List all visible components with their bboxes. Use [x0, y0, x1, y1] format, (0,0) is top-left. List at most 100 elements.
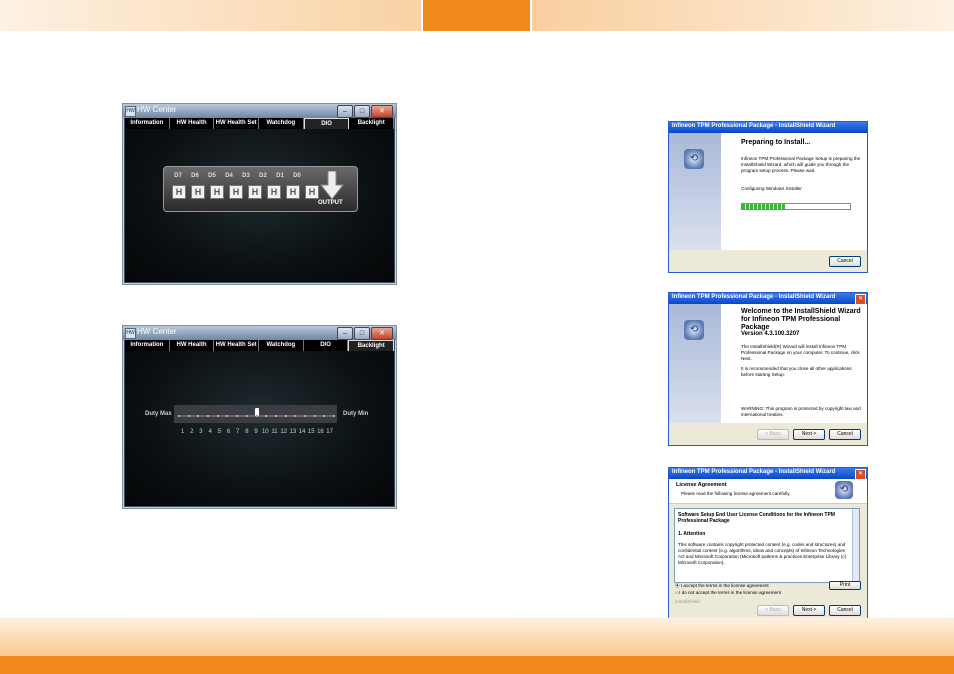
dio-label: D0 — [293, 173, 301, 179]
license-body: This software contains copyright protect… — [678, 542, 847, 565]
tick-label: 5 — [217, 429, 222, 435]
tab-hw-health-set[interactable]: HW Health Set — [214, 340, 260, 351]
installshield-logo-icon: ⟲ — [684, 320, 704, 340]
tab-backlight[interactable]: Backlight — [348, 340, 395, 351]
dio-label: D2 — [259, 173, 267, 179]
tab-information[interactable]: Information — [125, 118, 170, 129]
duty-max-label: Duty Max — [145, 411, 172, 417]
dio-label: D7 — [174, 173, 182, 179]
slider-tick-labels: 1 2 3 4 5 6 7 8 9 10 11 12 13 14 15 16 1… — [178, 429, 334, 435]
tab-hw-health-set[interactable]: HW Health Set — [214, 118, 260, 129]
tick-label: 1 — [180, 429, 185, 435]
window-title: HW Center — [137, 327, 177, 336]
slider-tick-mark — [236, 415, 239, 417]
installshield-logo-icon: ⟲ — [835, 481, 853, 499]
step-subheading: Please read the following license agreem… — [681, 491, 791, 496]
window-title: Infineon TPM Professional Package - Inst… — [672, 294, 836, 300]
next-button[interactable]: Next > — [793, 429, 825, 440]
tick-label: 15 — [307, 429, 315, 435]
tab-hw-health[interactable]: HW Health — [170, 118, 215, 129]
tab-backlight[interactable]: Backlight — [349, 118, 395, 129]
tick-label: 16 — [317, 429, 324, 435]
decline-radio[interactable]: ○ I do not accept the terms in the licen… — [675, 590, 781, 596]
backlight-slider[interactable] — [174, 405, 337, 423]
dio-state-button[interactable]: H — [172, 185, 186, 199]
dio-state-button[interactable]: H — [210, 185, 224, 199]
accept-radio[interactable]: ⦿ I accept the terms in the license agre… — [675, 583, 769, 589]
minimize-icon[interactable]: – — [337, 327, 353, 340]
license-scrollbar[interactable] — [852, 509, 859, 582]
tab-dio[interactable]: DIO — [303, 118, 350, 129]
print-button[interactable]: Print — [829, 581, 861, 590]
output-label: OUTPUT — [318, 200, 343, 206]
next-button[interactable]: Next > — [793, 605, 825, 616]
dio-state-button[interactable]: H — [229, 185, 243, 199]
tick-label: 12 — [280, 429, 287, 435]
license-header: License Agreement Please read the follow… — [669, 479, 867, 504]
tick-label: 17 — [326, 429, 333, 435]
title-bar[interactable]: HW HW Center – □ ✕ — [123, 326, 396, 340]
tab-bar: Information HW Health HW Health Set Watc… — [125, 118, 395, 129]
tick-label: 14 — [298, 429, 306, 435]
slider-tick-mark — [323, 415, 326, 417]
cancel-button[interactable]: Cancel — [829, 605, 861, 616]
slider-tick-mark — [313, 415, 316, 417]
dio-state-button[interactable]: H — [305, 185, 319, 199]
maximize-icon[interactable]: □ — [354, 105, 370, 118]
title-bar[interactable]: Infineon TPM Professional Package - Inst… — [669, 122, 867, 133]
dio-state-button[interactable]: H — [286, 185, 300, 199]
tick-label: 8 — [245, 429, 249, 435]
back-button[interactable]: < Back — [757, 605, 789, 616]
tick-label: 3 — [199, 429, 203, 435]
dio-state-button[interactable]: H — [267, 185, 281, 199]
close-icon[interactable]: ✕ — [371, 327, 393, 340]
duty-min-label: Duty Min — [343, 411, 369, 417]
tab-hw-health[interactable]: HW Health — [170, 340, 215, 351]
slider-tick-mark — [226, 415, 229, 417]
installer-welcome-window: Infineon TPM Professional Package - Inst… — [668, 292, 868, 446]
minimize-icon[interactable]: – — [337, 105, 353, 118]
dio-label: D3 — [242, 173, 250, 179]
title-bar[interactable]: Infineon TPM Professional Package - Inst… — [669, 293, 867, 305]
cancel-button[interactable]: Cancel — [829, 256, 861, 267]
title-bar[interactable]: Infineon TPM Professional Package - Inst… — [669, 468, 867, 480]
slider-tick-mark — [216, 415, 219, 417]
tab-information[interactable]: Information — [125, 340, 170, 351]
dio-state-button[interactable]: H — [248, 185, 262, 199]
window-title: Infineon TPM Professional Package - Inst… — [672, 123, 836, 129]
output-arrow-icon[interactable] — [320, 171, 344, 201]
cancel-button[interactable]: Cancel — [829, 429, 861, 440]
step-heading: License Agreement — [676, 482, 727, 488]
step-heading: Preparing to Install... — [741, 139, 811, 146]
tick-label: 10 — [261, 429, 269, 435]
status-text: Configuring Windows Installer — [741, 186, 802, 191]
maximize-icon[interactable]: □ — [354, 327, 370, 340]
tab-watchdog[interactable]: Watchdog — [259, 118, 304, 129]
slider-tick-mark — [284, 415, 287, 417]
dio-label: D1 — [276, 173, 284, 179]
install-progress-bar — [741, 203, 851, 210]
backlight-panel-area: Duty Max Duty Min 1 2 3 4 5 6 7 8 9 10 1… — [125, 351, 394, 506]
dio-state-button[interactable]: H — [191, 185, 205, 199]
header-bar-left — [0, 0, 421, 31]
slider-tick-mark — [178, 415, 180, 417]
tab-watchdog[interactable]: Watchdog — [259, 340, 304, 351]
tick-label: 4 — [208, 429, 212, 435]
accept-label: I accept the terms in the license agreem… — [680, 583, 769, 588]
welcome-text: The InstallShield(R) Wizard will install… — [741, 344, 860, 361]
step-heading: Welcome to the InstallShield Wizard for … — [741, 308, 861, 331]
app-icon: HW — [125, 106, 136, 117]
wizard-content: Preparing to Install... Infineon TPM Pro… — [721, 133, 867, 250]
license-text-box[interactable]: Software Setup End User License Conditio… — [674, 508, 860, 583]
close-icon[interactable]: ✕ — [371, 105, 393, 118]
header-bar-center — [423, 0, 530, 31]
slider-tick-mark — [187, 415, 190, 417]
title-bar[interactable]: HW HW Center – □ ✕ — [123, 104, 396, 118]
back-button[interactable]: < Back — [757, 429, 789, 440]
dio-label: D5 — [208, 173, 216, 179]
dio-label: D4 — [225, 173, 233, 179]
tick-label: 11 — [271, 429, 278, 435]
license-title: Software Setup End User License Conditio… — [678, 512, 835, 524]
tab-dio[interactable]: DIO — [304, 340, 349, 351]
dio-label: D6 — [191, 173, 199, 179]
